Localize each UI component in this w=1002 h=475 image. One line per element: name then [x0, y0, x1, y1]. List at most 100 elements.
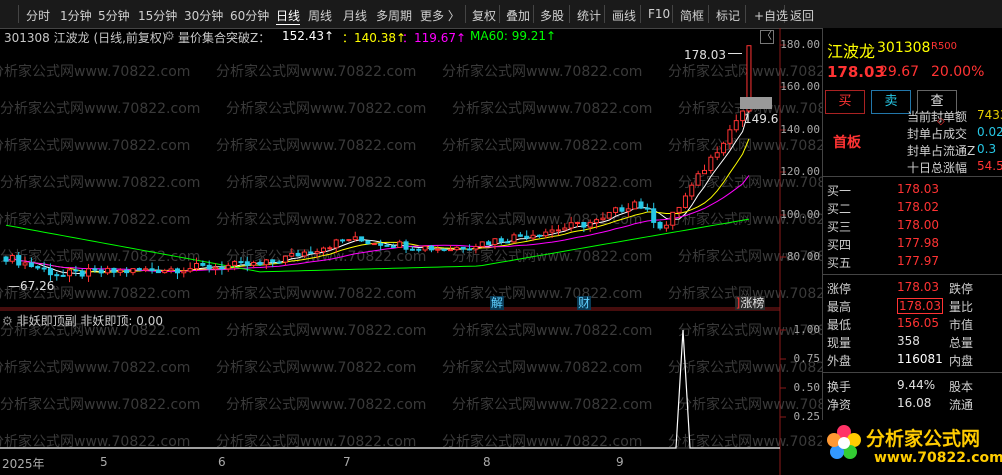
- watermark-text: 分析家公式网www.70822.com: [216, 285, 416, 302]
- metric-row: 十日总涨幅 54.5: [827, 159, 1002, 177]
- candle-body: [28, 262, 34, 268]
- candle-body: [371, 243, 377, 246]
- sub-axis: 1.00 0.75 0.50 0.25: [782, 310, 821, 450]
- watermark-text: 分析家公式网www.70822.com: [216, 211, 416, 228]
- candle-body: [340, 239, 346, 242]
- watermark-text: 分析家公式网www.70822.com: [226, 174, 426, 191]
- event-limitup[interactable]: ]涨榜: [735, 296, 765, 310]
- candle-body: [301, 251, 307, 257]
- brand-name: 分析家公式网: [866, 428, 981, 450]
- signal-spike: [0, 329, 780, 449]
- candle-body: [143, 268, 149, 271]
- toolbar-item-11[interactable]: 复权: [472, 7, 496, 24]
- candle-body: [124, 269, 130, 274]
- toolbar-item-19[interactable]: +自选: [754, 7, 788, 24]
- toolbar-separator: [18, 5, 19, 23]
- toolbar-item-15[interactable]: 画线: [612, 7, 636, 24]
- candle-body: [98, 269, 104, 274]
- toolbar-item-7[interactable]: 周线: [308, 7, 332, 24]
- last-price: 178.03: [827, 63, 885, 81]
- candle-body: [162, 270, 168, 274]
- quote-value: 156.05: [897, 316, 939, 330]
- candle-body: [149, 268, 155, 272]
- candle-body: [60, 274, 66, 277]
- candle-body: [244, 261, 250, 266]
- toolbar-item-14[interactable]: 统计: [577, 7, 601, 24]
- toolbar-item-17[interactable]: 简框: [680, 7, 704, 24]
- toolbar-item-3[interactable]: 15分钟: [138, 7, 177, 24]
- toolbar-item-1[interactable]: 1分钟: [60, 7, 92, 24]
- date-label: 6: [218, 455, 226, 469]
- candle-body: [568, 222, 574, 229]
- quote-label2: 总量: [949, 336, 974, 350]
- sub-settings-icon[interactable]: ⚙: [2, 314, 17, 328]
- bid-price: 178.00: [897, 218, 939, 232]
- candle-body: [536, 234, 542, 237]
- candle-body: [225, 264, 231, 270]
- quote-label: 最高: [827, 300, 852, 314]
- toolbar-separator: [499, 5, 500, 23]
- event-finance[interactable]: 财: [577, 296, 591, 310]
- quote-label: 外盘: [827, 354, 852, 368]
- date-label: 9: [616, 455, 624, 469]
- watermark-text: 分析家公式网www.70822.com: [0, 211, 190, 228]
- candle-body: [206, 264, 212, 270]
- sub-tick: 0.75: [793, 352, 821, 365]
- metric-label: 封单占流通Z: [907, 144, 976, 158]
- candle-body: [517, 234, 523, 237]
- candle-body: [232, 261, 238, 266]
- candle-body: [200, 262, 206, 266]
- toolbar-item-2[interactable]: 5分钟: [98, 7, 130, 24]
- toolbar-item-5[interactable]: 60分钟: [230, 7, 269, 24]
- toolbar-item-6[interactable]: 日线: [276, 7, 301, 25]
- candle-body: [441, 248, 447, 251]
- candle-body: [111, 267, 117, 273]
- toolbar-item-9[interactable]: 多周期: [376, 7, 412, 24]
- watermark-text: 分析家公式网www.70822.com: [442, 63, 642, 80]
- candle-body: [409, 248, 415, 251]
- candle-body: [695, 173, 701, 186]
- toolbar-item-10[interactable]: 更多 〉: [420, 7, 460, 24]
- quote-value: 116081: [897, 352, 943, 366]
- bid-label: 买二: [827, 202, 852, 216]
- stat-label: 净资: [827, 398, 852, 412]
- candle-body: [676, 206, 682, 213]
- toolbar-item-20[interactable]: 返回: [790, 7, 814, 24]
- candle-body: [314, 251, 320, 254]
- brand-url: www.70822.com: [874, 450, 1002, 466]
- toolbar-separator: [640, 5, 641, 23]
- watermark-text: 分析家公式网www.70822.com: [442, 137, 642, 154]
- kline-chart[interactable]: 分析家公式网www.70822.com 分析家公式网www.70822.com 分析…: [0, 28, 822, 475]
- stat-row: 换手 9.44% 股本: [827, 378, 997, 396]
- candle-body: [219, 266, 225, 270]
- toolbar-item-4[interactable]: 30分钟: [184, 7, 223, 24]
- candle-body: [263, 259, 269, 266]
- event-unlock[interactable]: 解: [490, 296, 504, 310]
- candle-body: [682, 195, 688, 208]
- toolbar-item-12[interactable]: 叠加: [506, 7, 530, 24]
- watermark-text: 分析家公式网www.70822.com: [0, 359, 190, 376]
- candle-body: [251, 261, 257, 266]
- candle-body: [479, 241, 485, 247]
- candle-body: [486, 241, 492, 245]
- toolbar-separator: [708, 5, 709, 23]
- candle-body: [530, 234, 536, 239]
- bid-row: 买五 177.97: [827, 254, 997, 272]
- candle-body: [467, 248, 473, 251]
- bid-price: 178.02: [897, 200, 939, 214]
- stat-label2: 股本: [949, 380, 974, 394]
- candle-body: [511, 234, 517, 243]
- toolbar-item-0[interactable]: 分时: [26, 7, 50, 24]
- candle-body: [524, 235, 530, 239]
- toolbar-item-16[interactable]: F10: [648, 7, 670, 21]
- toolbar-item-8[interactable]: 月线: [343, 7, 367, 24]
- candle-body: [174, 268, 180, 274]
- price-tick: 160.00: [780, 80, 820, 93]
- sub-tick: 1.00: [793, 323, 821, 336]
- date-label: 2025年: [2, 457, 45, 471]
- metric-value: 7433: [977, 108, 1002, 122]
- price-axis: 180.00 160.00 140.00 120.00 100.00 80.00: [780, 28, 820, 308]
- toolbar-item-18[interactable]: 标记: [716, 7, 740, 24]
- toolbar-item-13[interactable]: 多股: [540, 7, 564, 24]
- watermark-text: 分析家公式网www.70822.com: [216, 359, 416, 376]
